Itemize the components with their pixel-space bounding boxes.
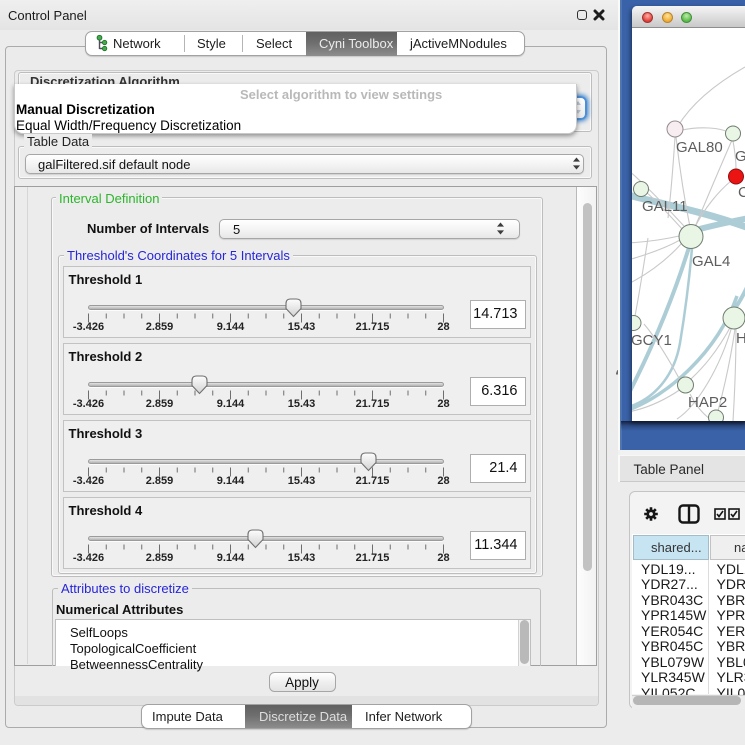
svg-text:C: C bbox=[738, 184, 745, 201]
svg-text:GAL4: GAL4 bbox=[692, 253, 730, 270]
svg-text:GA: GA bbox=[735, 148, 745, 165]
svg-text:GAL80: GAL80 bbox=[676, 139, 723, 156]
svg-text:GAL11: GAL11 bbox=[642, 198, 688, 215]
svg-text:HA: HA bbox=[736, 330, 745, 347]
svg-text:HAP2: HAP2 bbox=[688, 394, 727, 411]
svg-text:GCY1: GCY1 bbox=[632, 332, 672, 349]
